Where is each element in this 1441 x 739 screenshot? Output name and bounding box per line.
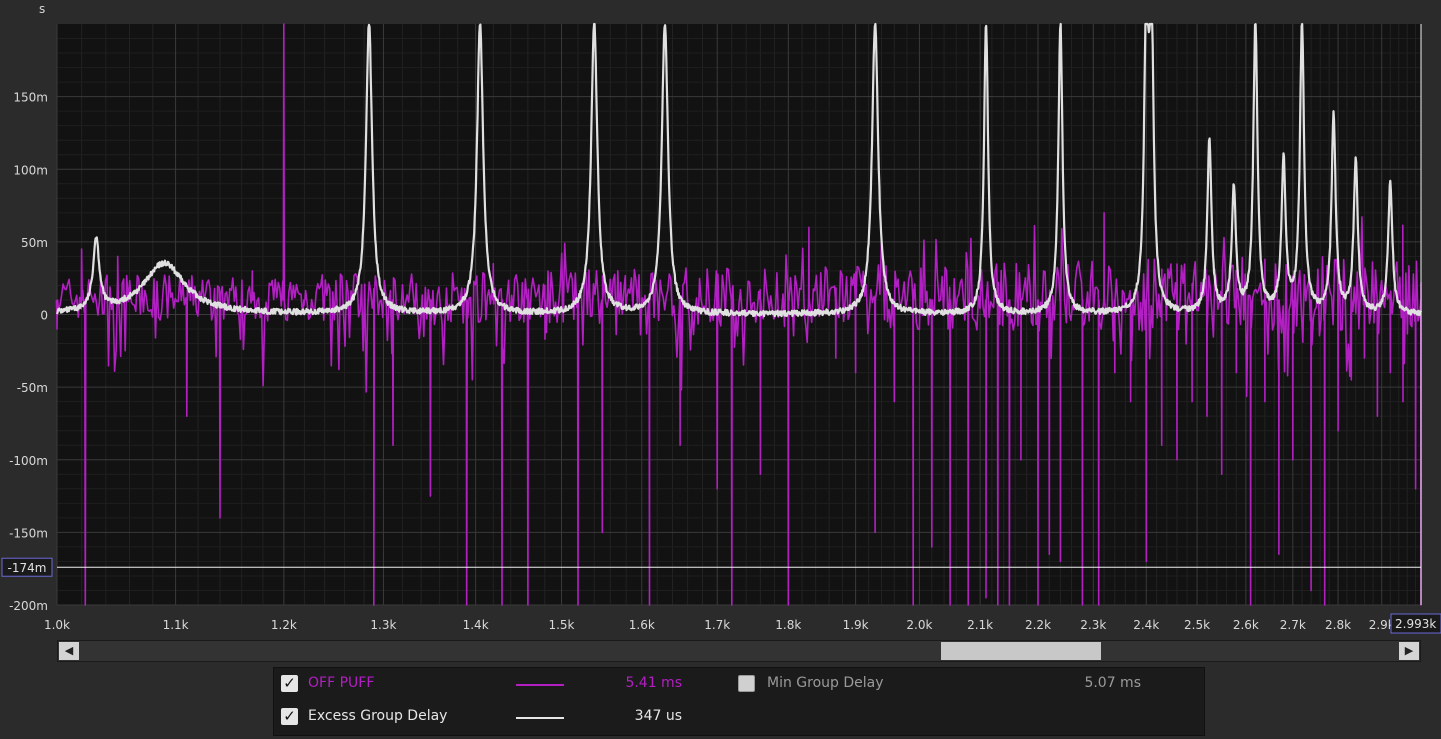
- series-1-checkbox[interactable]: ✓: [281, 675, 298, 692]
- y-tick-label: -200m: [9, 599, 48, 613]
- series-1-value: 5.41 ms: [625, 675, 682, 691]
- x-tick-label: 2.2k: [1025, 618, 1051, 632]
- x-tick-label: 2.3k: [1080, 618, 1106, 632]
- scroll-left-button[interactable]: ◀: [59, 642, 79, 660]
- cursor-y-readout: -174m: [8, 561, 47, 575]
- x-tick-label: 2.8k: [1325, 618, 1351, 632]
- x-tick-label: 1.0k: [44, 618, 70, 632]
- y-axis-unit-label: s: [39, 2, 45, 16]
- series-3-value: 5.07 ms: [1084, 675, 1141, 691]
- x-tick-label: 1.7k: [704, 618, 730, 632]
- y-tick-label: 0: [40, 309, 48, 323]
- x-tick-label: 2.4k: [1133, 618, 1159, 632]
- x-tick-label: 2.6k: [1233, 618, 1259, 632]
- x-tick-label: 1.1k: [163, 618, 189, 632]
- series-2-value: 347 us: [634, 708, 682, 724]
- scroll-right-button[interactable]: ▶: [1399, 642, 1419, 660]
- horizontal-scrollbar[interactable]: ◀ ▶: [57, 640, 1421, 662]
- series-2-checkbox[interactable]: ✓: [281, 708, 298, 725]
- x-tick-label: 1.9k: [843, 618, 869, 632]
- series-2-swatch: [516, 717, 564, 719]
- x-tick-label: 2.1k: [967, 618, 993, 632]
- x-tick-label: 1.6k: [629, 618, 655, 632]
- y-tick-label: -150m: [9, 526, 48, 540]
- y-tick-label: 100m: [13, 163, 48, 177]
- x-tick-label: 1.5k: [548, 618, 574, 632]
- y-tick-label: -100m: [9, 454, 48, 468]
- x-tick-label: 2.5k: [1184, 618, 1210, 632]
- series-1-label: OFF PUFF: [308, 675, 375, 691]
- cursor-x-readout: 2.993k: [1395, 617, 1436, 631]
- series-2-label: Excess Group Delay: [308, 708, 448, 724]
- series-3-checkbox[interactable]: [738, 675, 755, 692]
- series-1-swatch: [516, 684, 564, 686]
- series-3-label: Min Group Delay: [767, 675, 884, 691]
- group-delay-chart[interactable]: 150m 100m 50m 0 -50m -100m -150m -200m 1.0k 1.1k…: [0, 0, 1441, 635]
- y-tick-label: 50m: [21, 236, 48, 250]
- x-tick-label: 1.4k: [463, 618, 489, 632]
- legend-panel: ✓ OFF PUFF 5.41 ms Min Group Delay 5.07 …: [273, 667, 1205, 736]
- y-tick-label: 150m: [13, 91, 48, 105]
- x-tick-label: 1.8k: [775, 618, 801, 632]
- scroll-thumb[interactable]: [940, 642, 1102, 660]
- x-tick-label: 1.2k: [271, 618, 297, 632]
- y-tick-label: -50m: [17, 381, 48, 395]
- legend-row-1: ✓ OFF PUFF 5.41 ms Min Group Delay 5.07 …: [274, 673, 1204, 703]
- x-tick-label: 1.3k: [370, 618, 396, 632]
- x-tick-label: 2.7k: [1280, 618, 1306, 632]
- legend-row-2: ✓ Excess Group Delay 347 us: [274, 706, 1204, 736]
- x-tick-label: 2.0k: [906, 618, 932, 632]
